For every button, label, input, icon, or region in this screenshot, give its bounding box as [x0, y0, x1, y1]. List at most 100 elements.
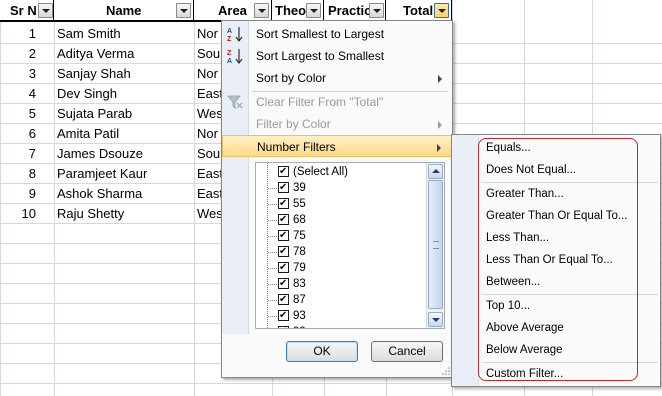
less-than-item[interactable]: Less Than...: [452, 227, 660, 249]
cell-area[interactable]: Nor: [197, 24, 221, 43]
tree-branch: [268, 300, 277, 301]
clear-filter-label: Clear Filter From "Total": [256, 95, 384, 109]
cell-sr[interactable]: 1: [0, 24, 36, 43]
submenu-arrow-icon: [438, 75, 442, 83]
top-10-label: Top 10...: [486, 300, 531, 312]
cell-name[interactable]: Sanjay Shah: [57, 64, 193, 83]
filter-dropdown-name[interactable]: [176, 3, 191, 18]
checkbox-checked-icon[interactable]: [278, 260, 289, 276]
tree-branch: [268, 252, 277, 253]
cell-name[interactable]: Sujata Parab: [57, 104, 193, 123]
greater-than-or-equal-item[interactable]: Greater Than Or Equal To...: [452, 205, 660, 227]
sort-ascending-label: Sort Smallest to Largest: [256, 27, 385, 41]
header-area-label: Area: [218, 3, 247, 18]
greater-than-item[interactable]: Greater Than...: [452, 183, 660, 205]
checkbox-checked-icon[interactable]: [278, 244, 289, 260]
number-filters-submenu: Equals... Does Not Equal... Greater Than…: [451, 134, 661, 387]
above-average-label: Above Average: [486, 322, 564, 334]
autofilter-menu: AZ Sort Smallest to Largest ZA Sort Larg…: [221, 20, 453, 378]
cell-area[interactable]: Nor: [197, 64, 221, 83]
custom-filter-label: Custom Filter...: [486, 368, 564, 380]
cell-name[interactable]: Paramjeet Kaur: [57, 164, 193, 183]
scroll-thumb[interactable]: [428, 180, 443, 309]
cell-name[interactable]: Amita Patil: [57, 124, 193, 143]
cell-name[interactable]: Ashok Sharma: [57, 184, 193, 203]
cell-name[interactable]: Raju Shetty: [57, 204, 193, 223]
checkbox-checked-icon[interactable]: [278, 292, 289, 308]
list-scrollbar[interactable]: [426, 163, 444, 328]
cell-name[interactable]: Dev Singh: [57, 84, 193, 103]
checkbox-checked-icon[interactable]: [278, 228, 289, 244]
cell-name[interactable]: Aditya Verma: [57, 44, 193, 63]
cell-sr[interactable]: 10: [0, 204, 36, 223]
clear-filter-item[interactable]: Clear Filter From "Total": [222, 91, 452, 113]
svg-text:A: A: [227, 28, 232, 35]
cell-sr[interactable]: 7: [0, 144, 36, 163]
checkbox-checked-icon[interactable]: [278, 276, 289, 292]
sort-by-color-item[interactable]: Sort by Color: [222, 67, 452, 89]
cancel-button[interactable]: Cancel: [371, 341, 443, 362]
sort-descending-item[interactable]: ZA Sort Largest to Smallest: [222, 45, 452, 67]
below-average-item[interactable]: Below Average: [452, 339, 660, 361]
cell-sr[interactable]: 9: [0, 184, 36, 203]
greater-than-or-equal-label: Greater Than Or Equal To...: [486, 210, 628, 222]
below-average-label: Below Average: [486, 344, 563, 356]
clear-filter-icon: [226, 93, 244, 111]
tree-branch: [268, 236, 277, 237]
cell-area[interactable]: East: [197, 84, 221, 103]
cell-sr[interactable]: 4: [0, 84, 36, 103]
tree-branch: [268, 284, 277, 285]
header-theory-label: Theo: [275, 3, 307, 18]
filter-dropdown-area[interactable]: [254, 3, 269, 18]
cell-sr[interactable]: 6: [0, 124, 36, 143]
cell-name[interactable]: Sam Smith: [57, 24, 193, 43]
cell-sr[interactable]: 3: [0, 64, 36, 83]
cell-area[interactable]: Wes: [197, 104, 221, 123]
sort-ascending-item[interactable]: AZ Sort Smallest to Largest: [222, 23, 452, 45]
gridline: [54, 0, 55, 396]
filter-values-list[interactable]: (Select All) 39 55 68 75 78: [255, 162, 445, 329]
resize-grip-icon[interactable]: [442, 367, 450, 375]
checkbox-checked-icon[interactable]: [278, 324, 289, 328]
checkbox-checked-icon[interactable]: [278, 180, 289, 196]
cell-sr[interactable]: 8: [0, 164, 36, 183]
ok-button[interactable]: OK: [286, 341, 358, 362]
filter-dropdown-sr-no[interactable]: [38, 3, 53, 18]
cell-area[interactable]: East: [197, 184, 221, 203]
less-than-or-equal-item[interactable]: Less Than Or Equal To...: [452, 249, 660, 271]
submenu-arrow-icon: [438, 121, 442, 129]
list-item-label: 79: [293, 262, 306, 274]
cell-area[interactable]: Sou: [197, 144, 221, 163]
sort-ascending-icon: AZ: [226, 25, 244, 43]
filter-by-color-item[interactable]: Filter by Color: [222, 113, 452, 135]
number-filters-item[interactable]: Number Filters: [222, 135, 452, 157]
checkbox-checked-icon[interactable]: [278, 308, 289, 324]
cell-area[interactable]: Nor: [197, 124, 221, 143]
cell-area[interactable]: Sou: [197, 44, 221, 63]
cell-name[interactable]: James Dsouze: [57, 144, 193, 163]
filter-dropdown-total[interactable]: [434, 3, 449, 18]
top-10-item[interactable]: Top 10...: [452, 295, 660, 317]
equals-label: Equals...: [486, 142, 531, 154]
sort-by-color-label: Sort by Color: [256, 71, 327, 85]
list-item-label: 68: [293, 214, 306, 226]
scroll-up-icon[interactable]: [428, 164, 443, 179]
header-sr-no-label: Sr N: [10, 3, 37, 18]
sort-descending-label: Sort Largest to Smallest: [256, 49, 385, 63]
equals-item[interactable]: Equals...: [452, 137, 660, 159]
filter-dropdown-theory[interactable]: [306, 3, 321, 18]
cell-area[interactable]: East: [197, 164, 221, 183]
above-average-item[interactable]: Above Average: [452, 317, 660, 339]
scroll-down-icon[interactable]: [428, 312, 443, 327]
cell-sr[interactable]: 5: [0, 104, 36, 123]
cell-area[interactable]: Wes: [197, 204, 221, 223]
list-item-label: 39: [293, 182, 306, 194]
checkbox-checked-icon[interactable]: [278, 164, 289, 180]
filter-dropdown-practical[interactable]: [369, 3, 384, 18]
cell-sr[interactable]: 2: [0, 44, 36, 63]
between-item[interactable]: Between...: [452, 271, 660, 293]
checkbox-checked-icon[interactable]: [278, 196, 289, 212]
custom-filter-item[interactable]: Custom Filter...: [452, 363, 660, 385]
does-not-equal-item[interactable]: Does Not Equal...: [452, 159, 660, 181]
checkbox-checked-icon[interactable]: [278, 212, 289, 228]
